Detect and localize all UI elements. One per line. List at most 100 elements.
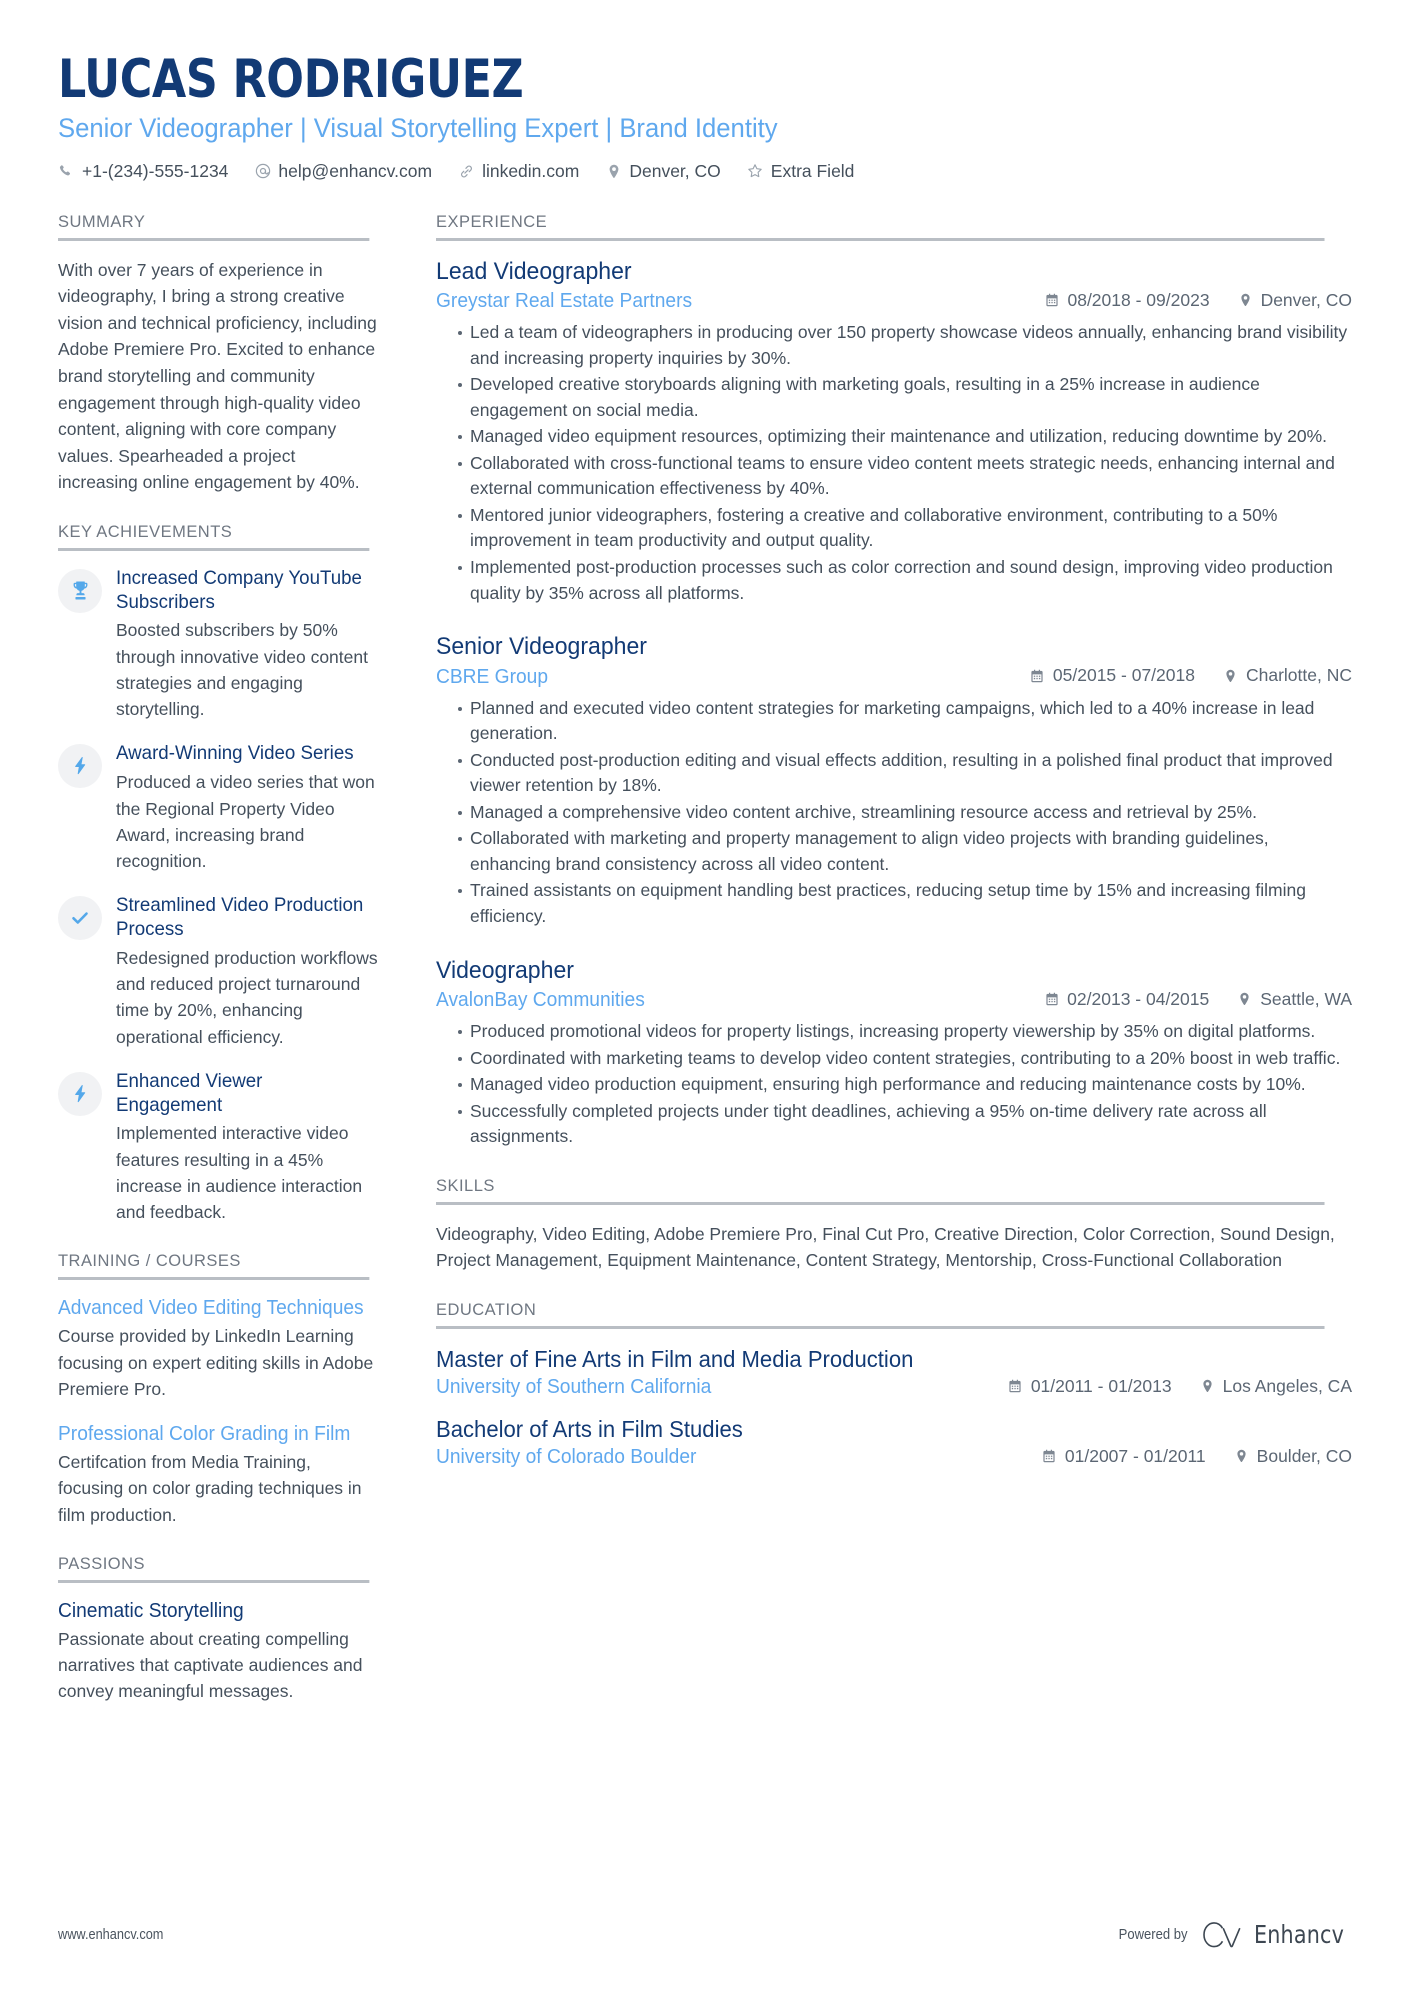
job-bullet: Successfully completed projects under ti… [458,1099,1352,1150]
job-location-text: Charlotte, NC [1245,665,1352,686]
education-dates: 01/2007 - 01/2011 [1042,1446,1206,1467]
job-bullet: Produced promotional videos for property… [458,1019,1352,1045]
education-dates-text: 01/2011 - 01/2013 [1030,1375,1172,1396]
training-description: Certifcation from Media Training, focusi… [58,1452,362,1525]
job-bullets: Led a team of videographers in producing… [436,320,1352,606]
job-bullet: Mentored junior videographers, fostering… [458,503,1352,554]
experience-item: Lead Videographer Greystar Real Estate P… [436,257,1352,607]
contact-email[interactable]: help@enhancv.com [254,161,432,182]
job-bullet: Trained assistants on equipment handling… [458,878,1352,929]
job-bullet: Led a team of videographers in producing… [458,320,1352,371]
job-location: Charlotte, NC [1223,665,1352,686]
section-heading-passions: PASSIONS [58,1554,370,1583]
achievement-item: Streamlined Video Production Process Red… [58,894,379,1050]
education-location-text: Los Angeles, CA [1222,1375,1352,1396]
location-pin-icon [1237,992,1252,1006]
job-meta-row: Greystar Real Estate Partners 08/2018 - … [436,290,1352,314]
skills-text: Videography, Video Editing, Adobe Premie… [436,1223,1335,1271]
experience-item: Videographer AvalonBay Communities 02/20… [436,956,1352,1150]
achievement-title: Streamlined Video Production Process [116,894,364,941]
calendar-icon [1008,1379,1023,1393]
enhancv-logo-icon [1201,1921,1245,1948]
education-location: Los Angeles, CA [1200,1376,1352,1397]
contact-linkedin[interactable]: linkedin.com [458,161,579,182]
job-title: Videographer [436,956,574,984]
star-icon [747,163,764,179]
achievement-title: Enhanced Viewer Engagement [116,1069,263,1116]
achievement-item: Increased Company YouTube Subscribers Bo… [58,567,379,723]
job-location: Seattle, WA [1237,989,1352,1010]
section-heading-education: EDUCATION [436,1300,1325,1329]
job-bullets: Planned and executed video content strat… [436,696,1352,930]
education-item: Master of Fine Arts in Film and Media Pr… [436,1345,1352,1399]
location-pin-icon [1234,1449,1249,1463]
passion-title: Cinematic Storytelling [58,1599,244,1622]
section-heading-summary: SUMMARY [58,212,370,241]
job-title: Lead Videographer [436,257,632,285]
job-company: Greystar Real Estate Partners [436,290,693,313]
job-location: Denver, CO [1238,290,1352,311]
achievement-item: Award-Winning Video Series Produced a vi… [58,742,379,874]
left-column: SUMMARY With over 7 years of experience … [58,212,391,1731]
section-passions: PASSIONS Cinematic Storytelling Passiona… [58,1554,379,1705]
job-dates: 02/2013 - 04/2015 [1044,989,1209,1010]
education-dates-text: 01/2007 - 01/2011 [1064,1445,1206,1466]
section-key-achievements: KEY ACHIEVEMENTS Increased Company YouTu… [58,522,379,1225]
section-experience: EXPERIENCE Lead Videographer Greystar Re… [436,212,1352,1150]
contact-phone[interactable]: +1-(234)-555-1234 [58,161,228,182]
achievement-description: Produced a video series that won the Reg… [116,772,375,871]
job-dates-text: 02/2013 - 04/2015 [1067,988,1210,1009]
section-skills: SKILLS Videography, Video Editing, Adobe… [436,1176,1352,1274]
job-dates-text: 05/2015 - 07/2018 [1052,665,1195,686]
education-dates: 01/2011 - 01/2013 [1008,1376,1172,1397]
email-icon [254,163,271,179]
trophy-icon [58,568,102,613]
job-dates: 05/2015 - 07/2018 [1030,665,1195,686]
section-heading-training-courses: TRAINING / COURSES [58,1251,370,1281]
achievement-description: Redesigned production workflows and redu… [116,947,378,1047]
enhancv-logo-text: Enhancv [1254,1920,1345,1949]
job-location-text: Seattle, WA [1260,988,1352,1009]
job-meta-row: CBRE Group 05/2015 - 07/2018 Charlotte, … [436,665,1352,689]
lightning-bolt-icon [58,1071,102,1116]
education-item: Bachelor of Arts in Film Studies Univers… [436,1415,1352,1469]
calendar-icon [1042,1449,1057,1463]
achievement-item: Enhanced Viewer Engagement Implemented i… [58,1070,379,1226]
job-bullet: Managed a comprehensive video content ar… [458,800,1352,826]
contact-phone-text: +1-(234)-555-1234 [82,160,229,181]
location-pin-icon [1223,669,1238,683]
section-heading-key-achievements: KEY ACHIEVEMENTS [58,522,370,551]
education-degree: Bachelor of Arts in Film Studies [436,1416,743,1443]
passion-description: Passionate about creating compelling nar… [58,1628,363,1702]
contact-location: Denver, CO [605,160,721,182]
resume-page: LUCAS RODRIGUEZ Senior Videographer | Vi… [0,0,1410,1995]
summary-text: With over 7 years of experience in video… [58,259,377,493]
education-meta-row: University of Southern California 01/201… [436,1376,1352,1400]
resume-header: LUCAS RODRIGUEZ Senior Videographer | Vi… [58,49,1352,182]
resume-body: SUMMARY With over 7 years of experience … [58,212,1352,1731]
footer-website-url[interactable]: www.enhancv.com [58,1927,163,1943]
page-footer: www.enhancv.com Powered by Enhancv [58,1920,1352,1949]
education-school: University of Colorado Boulder [436,1446,697,1469]
location-pin-icon [605,164,622,179]
job-bullet: Coordinated with marketing teams to deve… [458,1046,1352,1072]
phone-icon [58,164,75,179]
job-meta-row: AvalonBay Communities 02/2013 - 04/2015 [436,989,1352,1013]
contact-email-text: help@enhancv.com [278,160,433,181]
location-pin-icon [1238,293,1253,307]
passion-item: Cinematic Storytelling Passionate about … [58,1599,379,1705]
job-bullet: Planned and executed video content strat… [458,696,1352,747]
professional-headline: Senior Videographer | Visual Storytellin… [58,113,778,144]
job-bullet: Managed video production equipment, ensu… [458,1072,1352,1098]
training-description: Course provided by LinkedIn Learning foc… [58,1326,374,1399]
section-training-courses: TRAINING / COURSES Advanced Video Editin… [58,1251,379,1528]
achievement-title: Increased Company YouTube Subscribers [116,566,362,613]
education-location-text: Boulder, CO [1256,1445,1352,1466]
contact-location-text: Denver, CO [629,160,721,181]
training-item: Advanced Video Editing Techniques Course… [58,1296,379,1402]
right-column: EXPERIENCE Lead Videographer Greystar Re… [436,212,1352,1496]
link-icon [458,164,475,179]
education-degree: Master of Fine Arts in Film and Media Pr… [436,1345,914,1372]
contact-row: +1-(234)-555-1234 help@enhancv.com linke… [58,161,1352,182]
page-title: LUCAS RODRIGUEZ [58,49,524,110]
